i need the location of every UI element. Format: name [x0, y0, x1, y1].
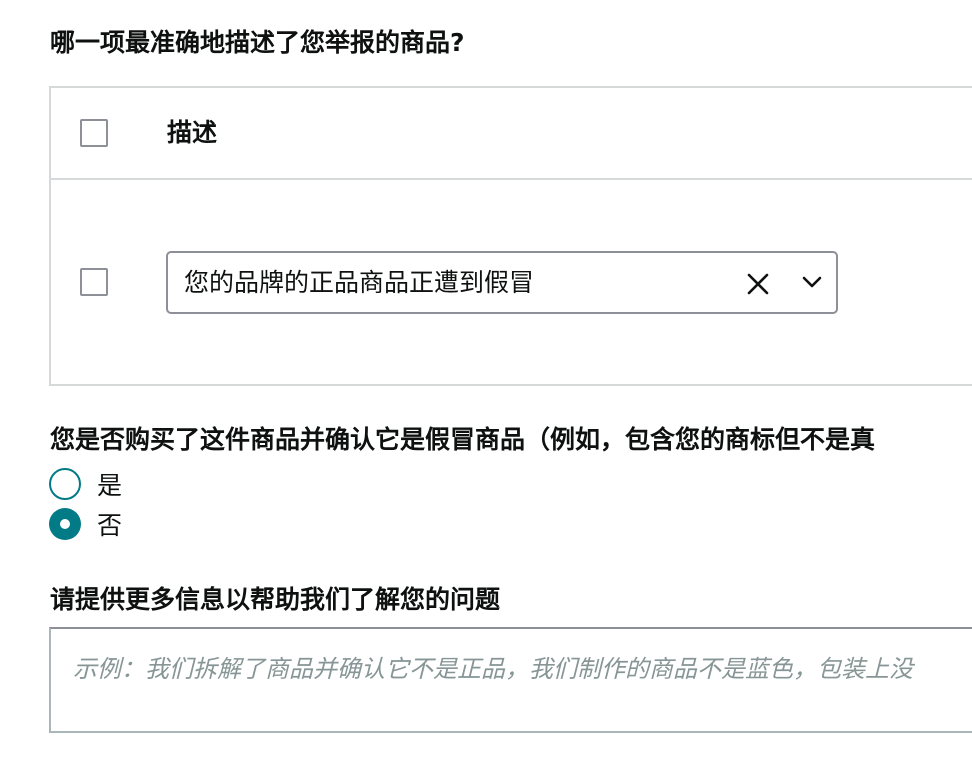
- more-info-textarea[interactable]: [49, 627, 972, 733]
- close-icon[interactable]: [746, 272, 770, 296]
- table-header: 描述: [51, 88, 972, 180]
- radio-button-checked[interactable]: [49, 508, 81, 540]
- description-dropdown[interactable]: 您的品牌的正品商品正遭到假冒: [166, 251, 838, 314]
- row-checkbox[interactable]: [80, 268, 108, 296]
- chevron-down-icon[interactable]: [800, 270, 824, 294]
- report-form: 哪一项最准确地描述了您举报的商品? 描述 您的品牌的正品商品正遭到假冒 您是否购…: [0, 0, 972, 758]
- select-all-checkbox[interactable]: [80, 119, 108, 147]
- radio-label-yes: 是: [97, 471, 123, 500]
- description-table: 描述 您的品牌的正品商品正遭到假冒: [49, 86, 972, 386]
- dropdown-selected-value: 您的品牌的正品商品正遭到假冒: [184, 268, 535, 297]
- radio-label-no: 否: [97, 511, 123, 540]
- column-header-description: 描述: [167, 118, 218, 147]
- radio-button-unchecked[interactable]: [49, 468, 81, 500]
- question-title-purchased-counterfeit: 您是否购买了这件商品并确认它是假冒商品（例如，包含您的商标但不是真: [50, 425, 876, 454]
- question-title-item-description: 哪一项最准确地描述了您举报的商品?: [50, 28, 465, 57]
- question-title-more-info: 请提供更多信息以帮助我们了解您的问题: [50, 585, 501, 614]
